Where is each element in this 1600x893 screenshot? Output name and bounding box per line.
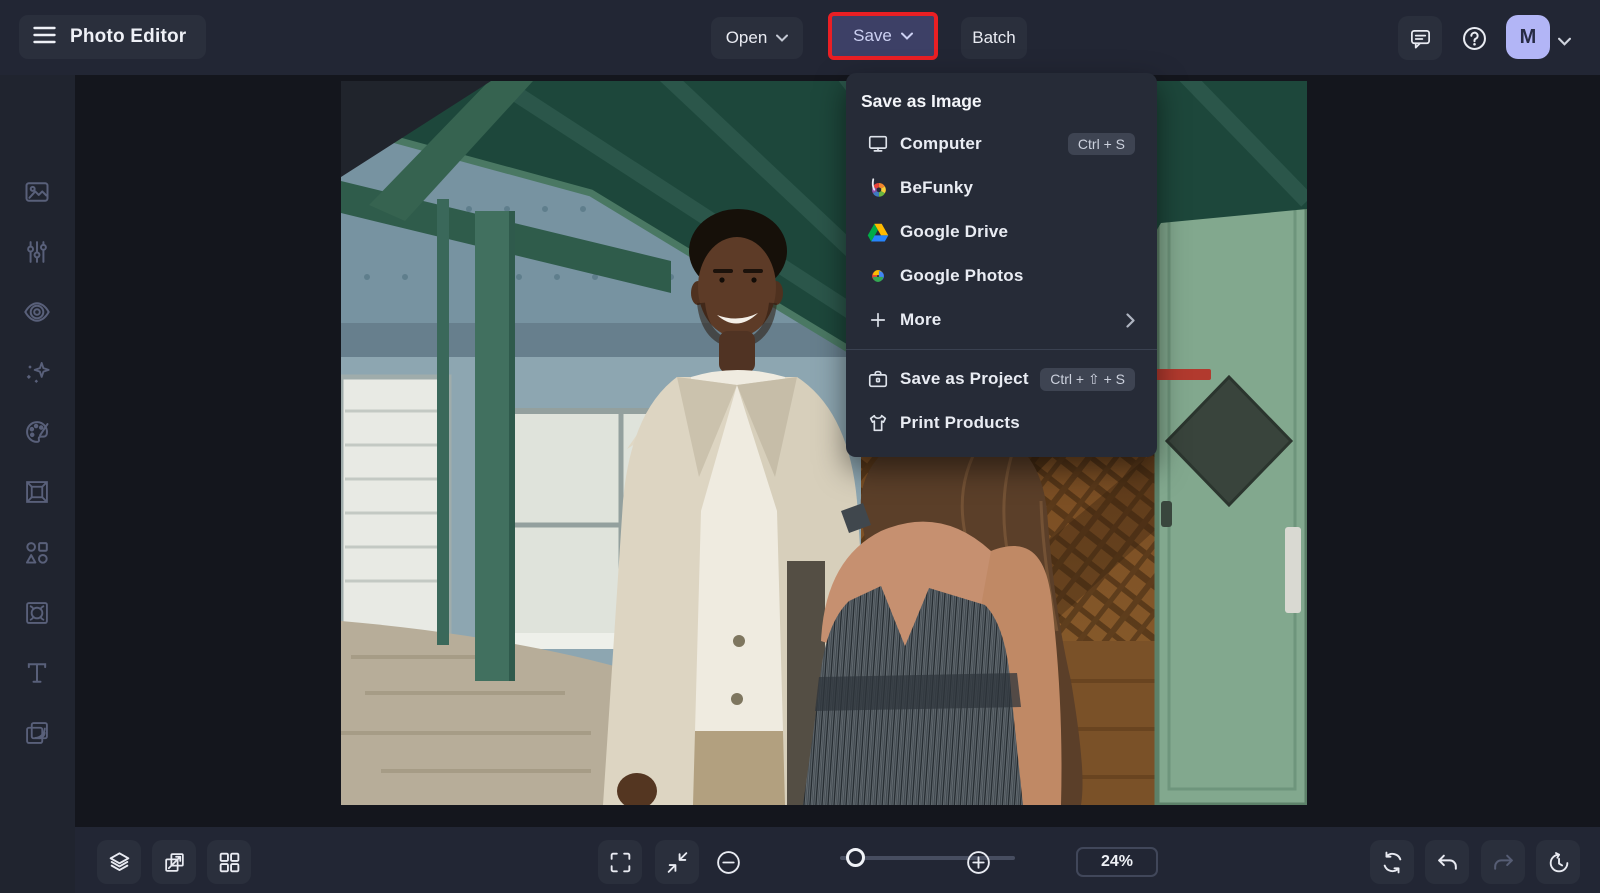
redo-icon xyxy=(1493,854,1513,870)
undo-icon xyxy=(1437,854,1457,870)
menu-item-label: Print Products xyxy=(900,413,1020,432)
zoom-level-value[interactable]: 24% xyxy=(1076,847,1158,877)
eye-icon xyxy=(24,302,50,322)
zoom-slider-handle[interactable] xyxy=(846,848,865,867)
zoom-out-button[interactable] xyxy=(706,840,750,884)
menu-item-label: Google Drive xyxy=(900,222,1009,241)
fullscreen-button[interactable] xyxy=(598,840,642,884)
shortcut-badge: Ctrl + ⇧ + S xyxy=(1040,367,1135,391)
history-button[interactable] xyxy=(1536,840,1580,884)
menu-item-label: BeFunky xyxy=(900,178,974,197)
menu-item-label: Save as Project xyxy=(900,369,1029,388)
avatar-initial: M xyxy=(1519,25,1537,48)
zoom-out-icon xyxy=(716,850,740,874)
fit-screen-icon xyxy=(667,851,687,873)
menu-item-computer[interactable]: Computer Ctrl + S xyxy=(846,122,1157,166)
frame-icon xyxy=(26,481,48,503)
batch-button-label: Batch xyxy=(972,28,1016,47)
batch-button[interactable]: Batch xyxy=(961,17,1027,59)
image-icon xyxy=(25,182,49,202)
save-button[interactable]: Save xyxy=(828,12,938,60)
menu-item-save-as-project[interactable]: Save as Project Ctrl + ⇧ + S xyxy=(846,357,1157,401)
textures-icon xyxy=(26,722,48,744)
app-title: Photo Editor xyxy=(70,26,187,47)
resize-button[interactable] xyxy=(152,840,196,884)
menu-item-print-products[interactable]: Print Products xyxy=(846,401,1157,445)
sidebar-item-effects[interactable] xyxy=(15,350,59,394)
menu-item-befunky[interactable]: BeFunky xyxy=(846,166,1157,210)
reset-button[interactable] xyxy=(1370,840,1414,884)
grid-button[interactable] xyxy=(207,840,251,884)
pattern-icon xyxy=(26,602,48,624)
sidebar-item-adjust[interactable] xyxy=(15,230,59,274)
sidebar-item-artsy[interactable] xyxy=(15,410,59,454)
canvas-photo[interactable] xyxy=(341,81,1307,805)
menu-item-more[interactable]: More xyxy=(846,298,1157,342)
menu-item-label: More xyxy=(900,310,942,329)
shortcut-badge: Ctrl + S xyxy=(1067,133,1135,155)
fit-to-screen-button[interactable] xyxy=(655,840,699,884)
shapes-icon xyxy=(25,542,48,564)
computer-icon xyxy=(866,133,890,155)
chevron-right-icon xyxy=(1126,312,1135,328)
account-chevron-down-icon[interactable] xyxy=(1558,33,1571,51)
redo-button[interactable] xyxy=(1481,840,1525,884)
fullscreen-icon xyxy=(610,852,630,872)
palette-icon xyxy=(26,421,49,443)
google-photos-icon xyxy=(866,265,890,287)
history-icon xyxy=(1549,851,1568,872)
sparkles-icon xyxy=(26,361,50,383)
menu-item-google-photos[interactable]: Google Photos xyxy=(846,254,1157,298)
open-button[interactable]: Open xyxy=(711,17,803,59)
grid-icon xyxy=(219,852,239,872)
rotate-icon xyxy=(1383,851,1401,873)
zoom-in-button[interactable] xyxy=(956,840,1000,884)
feedback-button[interactable] xyxy=(1398,16,1442,60)
undo-button[interactable] xyxy=(1425,840,1469,884)
menu-item-label: Google Photos xyxy=(900,266,1024,285)
layers-icon xyxy=(109,851,129,871)
bottom-toolbar: 24% xyxy=(75,827,1600,893)
befunky-icon xyxy=(866,177,890,199)
chevron-down-icon xyxy=(900,32,913,40)
top-toolbar: Photo Editor Open Save Batch M xyxy=(0,0,1600,75)
menu-item-google-drive[interactable]: Google Drive xyxy=(846,210,1157,254)
briefcase-icon xyxy=(866,368,890,390)
help-button[interactable] xyxy=(1452,16,1496,60)
main-menu-button[interactable]: Photo Editor xyxy=(19,15,207,59)
sidebar-item-textures[interactable] xyxy=(15,711,59,755)
sidebar-item-text[interactable] xyxy=(15,651,59,695)
avatar[interactable]: M xyxy=(1506,15,1550,59)
zoom-in-icon xyxy=(966,850,990,874)
plus-icon xyxy=(866,310,890,330)
menu-header: Save as Image xyxy=(861,91,982,111)
tshirt-icon xyxy=(866,412,890,434)
sliders-icon xyxy=(27,241,47,263)
hamburger-icon xyxy=(33,26,56,49)
sidebar-item-overlays[interactable] xyxy=(15,591,59,635)
question-icon xyxy=(1462,26,1486,50)
text-icon xyxy=(27,663,47,683)
sidebar-item-graphics[interactable] xyxy=(15,531,59,575)
photo-illustration xyxy=(341,81,1307,805)
menu-divider xyxy=(846,349,1157,350)
resize-icon xyxy=(164,852,184,872)
open-button-label: Open xyxy=(725,28,768,47)
sidebar-item-touch-up[interactable] xyxy=(15,290,59,334)
sidebar-item-edit[interactable] xyxy=(15,170,59,214)
menu-item-label: Computer xyxy=(900,134,982,153)
tools-sidebar xyxy=(0,75,75,893)
save-button-label: Save xyxy=(853,26,892,45)
layers-button[interactable] xyxy=(97,840,141,884)
google-drive-icon xyxy=(866,222,890,243)
sidebar-item-frames[interactable] xyxy=(15,470,59,514)
save-dropdown-menu: Save as Image Computer Ctrl + S BeFunky … xyxy=(846,73,1157,457)
chevron-down-icon xyxy=(776,34,789,42)
chat-icon xyxy=(1410,29,1430,48)
